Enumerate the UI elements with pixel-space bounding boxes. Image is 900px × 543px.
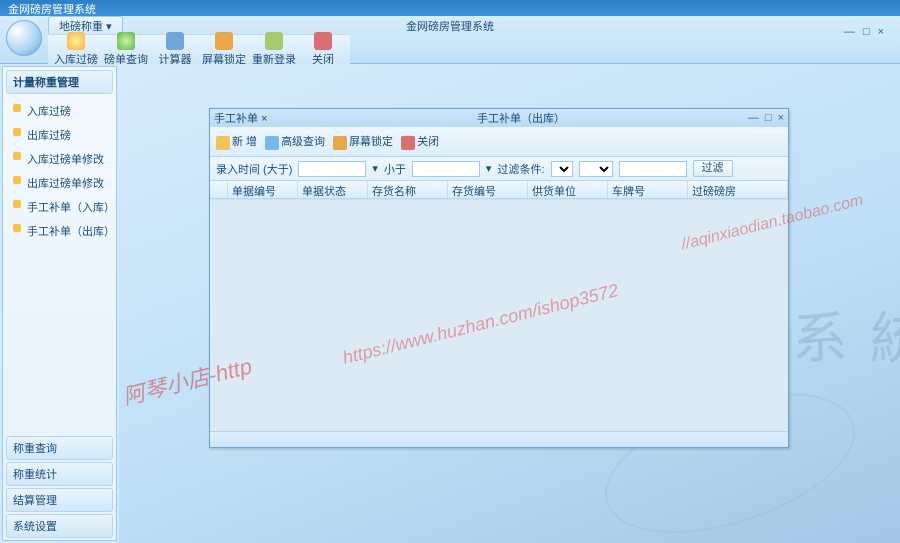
filter-value-input[interactable] [619, 161, 687, 177]
ticket-query-button[interactable]: 磅单查询 [104, 32, 148, 67]
filter-lt-label: 小于 [384, 161, 406, 177]
lock-icon [215, 32, 233, 50]
main-area: 计量称重管理 入库过磅 出库过磅 入库过磅单修改 出库过磅单修改 手工补单（入库… [0, 64, 900, 543]
sidebar-item-outbound[interactable]: 出库过磅 [3, 123, 116, 147]
screen-lock-button[interactable]: 屏幕锁定 [202, 32, 246, 67]
mdi-lock-button[interactable]: 屏幕锁定 [333, 133, 393, 149]
sidebar: 计量称重管理 入库过磅 出库过磅 入库过磅单修改 出库过磅单修改 手工补单（入库… [2, 66, 117, 541]
sidebar-bottom-settle[interactable]: 结算管理 [6, 488, 113, 512]
close-icon [401, 136, 415, 150]
filter-time-label: 录入时间 (大于) [216, 161, 292, 177]
mdi-titlebar[interactable]: 手工补单 × 手工补单（出库） — □ × [210, 109, 788, 127]
sidebar-bottom-settings[interactable]: 系统设置 [6, 514, 113, 538]
sidebar-bottom-stats[interactable]: 称重统计 [6, 462, 113, 486]
inbound-weigh-button[interactable]: 入库过磅 [54, 32, 98, 67]
sidebar-bottom-query[interactable]: 称重查询 [6, 436, 113, 460]
chevron-down-icon: ▾ [106, 21, 112, 33]
close-button[interactable]: 关闭 [302, 32, 344, 67]
filter-button[interactable]: 过滤 [693, 160, 733, 177]
sidebar-item-manual-in[interactable]: 手工补单（入库） [3, 195, 116, 219]
new-button[interactable]: 新 增 [216, 133, 257, 149]
grid-body[interactable] [210, 199, 788, 431]
col-ticket-status[interactable]: 单据状态 [298, 181, 368, 198]
window-minimize-button[interactable]: — [844, 26, 855, 38]
window-maximize-button[interactable]: □ [863, 26, 870, 38]
col-plate[interactable]: 车牌号 [608, 181, 688, 198]
close-tab-icon[interactable]: × [261, 113, 267, 125]
app-titlebar: 金网磅房管理系统 [0, 0, 900, 16]
new-icon [216, 136, 230, 150]
calculator-button[interactable]: 计算器 [154, 32, 196, 67]
mdi-title-text: 手工补单（出库） [294, 110, 748, 126]
sidebar-item-inbound-edit[interactable]: 入库过磅单修改 [3, 147, 116, 171]
query-icon [117, 32, 135, 50]
filter-field-select[interactable] [551, 161, 573, 177]
mdi-close-button[interactable]: × [778, 112, 784, 124]
advanced-query-button[interactable]: 高级查询 [265, 133, 325, 149]
app-title: 金网磅房管理系统 [8, 4, 96, 16]
lock-icon [333, 136, 347, 150]
grid-header: 单据编号 单据状态 存货名称 存货编号 供货单位 车牌号 过磅磅房 [210, 181, 788, 199]
col-item-code[interactable]: 存货编号 [448, 181, 528, 198]
sidebar-group-weighing[interactable]: 计量称重管理 [6, 70, 113, 94]
mdi-minimize-button[interactable]: — [748, 112, 759, 124]
close-icon [314, 32, 332, 50]
filter-time-from-input[interactable] [298, 161, 366, 177]
search-icon [265, 136, 279, 150]
col-weigh-house[interactable]: 过磅磅房 [688, 181, 788, 198]
dropdown-icon[interactable]: ▾ [372, 162, 378, 175]
sidebar-item-manual-out[interactable]: 手工补单（出库） [3, 219, 116, 243]
col-selector[interactable] [210, 181, 228, 198]
dropdown-icon[interactable]: ▾ [486, 162, 492, 175]
app-caption: 金网磅房管理系统 [406, 18, 494, 34]
calculator-icon [166, 32, 184, 50]
content-desktop: 系 統 手工补单 × 手工补单（出库） — □ × 新 增 高级查询 屏幕锁定 … [119, 64, 900, 543]
mdi-toolbar: 新 增 高级查询 屏幕锁定 关闭 [210, 127, 788, 157]
filter-op-select[interactable] [579, 161, 613, 177]
filter-bar: 录入时间 (大于) ▾ 小于 ▾ 过滤条件: 过滤 [210, 157, 788, 181]
col-supplier[interactable]: 供货单位 [528, 181, 608, 198]
mdi-maximize-button[interactable]: □ [765, 112, 772, 124]
filter-time-to-input[interactable] [412, 161, 480, 177]
col-ticket-no[interactable]: 单据编号 [228, 181, 298, 198]
mdi-statusbar [210, 431, 788, 447]
background-brand-text: 系 統 [792, 294, 900, 375]
window-system-buttons: — □ × [844, 26, 884, 38]
sidebar-item-outbound-edit[interactable]: 出库过磅单修改 [3, 171, 116, 195]
col-item-name[interactable]: 存货名称 [368, 181, 448, 198]
relogin-icon [265, 32, 283, 50]
mdi-close-tool-button[interactable]: 关闭 [401, 133, 439, 149]
app-orb-icon[interactable] [6, 20, 42, 56]
inbound-icon [67, 32, 85, 50]
mdi-tab-label: 手工补单 [214, 113, 258, 125]
sidebar-item-inbound[interactable]: 入库过磅 [3, 99, 116, 123]
mdi-window-manual-out: 手工补单 × 手工补单（出库） — □ × 新 增 高级查询 屏幕锁定 关闭 录… [209, 108, 789, 448]
window-close-button[interactable]: × [878, 26, 884, 38]
relogin-button[interactable]: 重新登录 [252, 32, 296, 67]
filter-cond-label: 过滤条件: [497, 161, 544, 177]
